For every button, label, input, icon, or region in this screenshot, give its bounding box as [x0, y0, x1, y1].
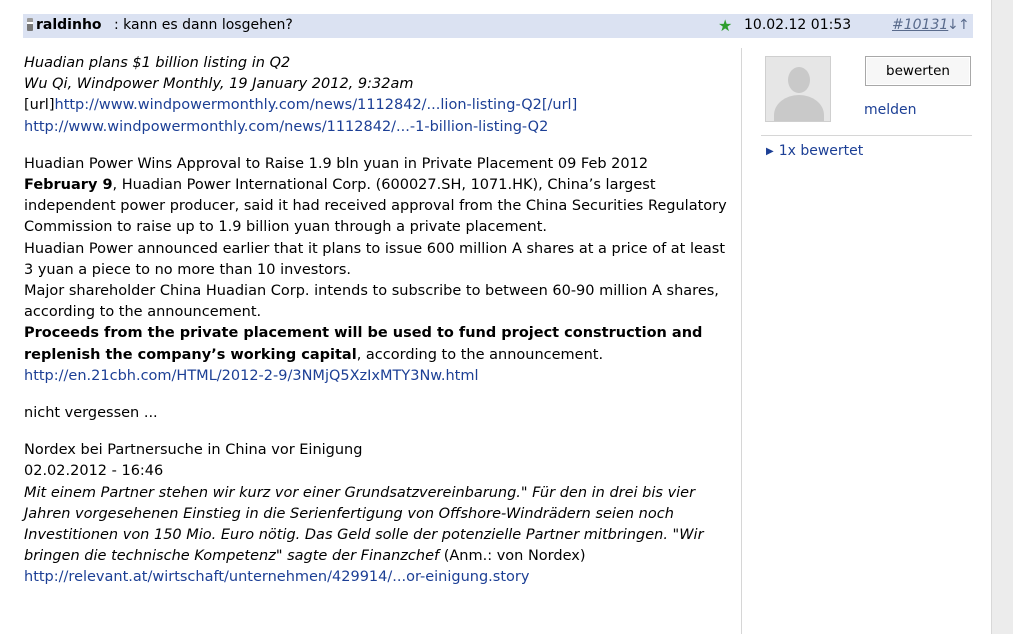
article-headline: Huadian plans $1 billion listing in Q2 [24, 55, 291, 71]
news-paragraph-2: Huadian Power announced earlier that it … [24, 240, 726, 278]
news-paragraph-4: Proceeds from the private placement will… [24, 323, 736, 365]
user-status-icon [27, 18, 33, 31]
ratings-toggle[interactable]: ▶ 1x bewertet [766, 143, 863, 159]
report-link[interactable]: melden [864, 102, 917, 118]
nordex-quote-italic: Mit einem Partner stehen wir kurz vor ei… [24, 484, 704, 565]
sidebar-divider [741, 48, 742, 634]
article-byline: Wu Qi, Windpower Monthly, 19 January 201… [24, 76, 414, 93]
news-headline: Huadian Power Wins Approval to Raise 1.9… [24, 155, 649, 172]
post-author[interactable]: raldinho [36, 17, 102, 33]
post-timestamp: 10.02.12 01:53 [744, 17, 852, 33]
page-scroll-gutter [991, 0, 1013, 634]
post-title: : kann es dann losgehen? [114, 17, 293, 33]
ratings-count[interactable]: 1x bewertet [779, 143, 864, 159]
sidebar-separator [761, 135, 972, 136]
post-header: raldinho : kann es dann losgehen? ★ 10.0… [23, 14, 973, 38]
news-text-4: , according to the announcement. [356, 346, 604, 363]
relevant-link[interactable]: http://relevant.at/wirtschaft/unternehme… [24, 569, 529, 585]
avatar[interactable] [765, 56, 831, 122]
21cbh-link[interactable]: http://en.21cbh.com/HTML/2012-2-9/3NMjQ5… [24, 368, 478, 384]
url-line: [url]http://www.windpowermonthly.com/new… [24, 95, 736, 116]
nordex-quote: Mit einem Partner stehen wir kurz vor ei… [24, 483, 736, 568]
windpower-link-1[interactable]: http://www.windpowermonthly.com/news/111… [55, 97, 578, 113]
url-tag-text: [url] [24, 97, 55, 114]
nordex-quote-note: (Anm.: von Nordex) [443, 548, 586, 565]
windpower-link-2[interactable]: http://www.windpowermonthly.com/news/111… [24, 119, 548, 135]
news-paragraph-1: February 9, Huadian Power International … [24, 175, 736, 239]
nordex-date: 02.02.2012 - 16:46 [24, 463, 164, 480]
arrow-up-icon[interactable]: ↑ [958, 17, 970, 33]
reminder-text: nicht vergessen ... [24, 405, 158, 422]
nordex-headline: Nordex bei Partnersuche in China vor Ein… [24, 442, 363, 459]
triangle-right-icon: ▶ [766, 146, 774, 157]
news-text-1: , Huadian Power International Corp. (600… [24, 177, 727, 236]
news-date-bold: February 9 [24, 177, 113, 194]
rate-button[interactable]: bewerten [865, 56, 971, 86]
post-body: Huadian plans $1 billion listing in Q2 W… [24, 53, 736, 589]
news-paragraph-3: Major shareholder China Huadian Corp. in… [24, 283, 719, 321]
arrow-down-icon[interactable]: ↓ [947, 17, 959, 33]
avatar-placeholder-icon [788, 67, 810, 93]
star-icon: ★ [718, 16, 733, 35]
post-number-link[interactable]: #10131 [892, 17, 948, 33]
